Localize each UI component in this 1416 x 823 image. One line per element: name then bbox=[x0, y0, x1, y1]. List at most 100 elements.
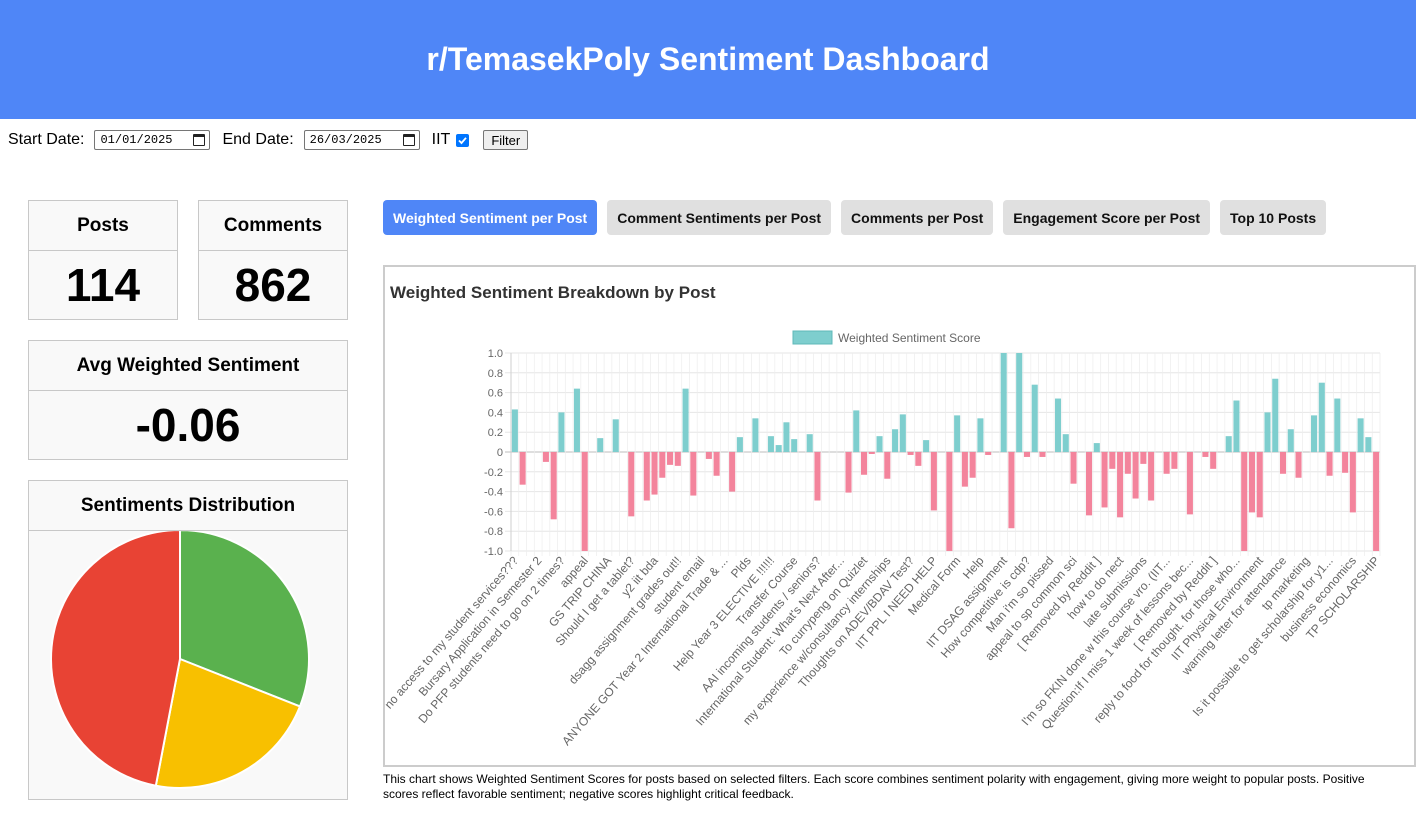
bar[interactable] bbox=[1233, 400, 1240, 452]
bar[interactable] bbox=[783, 422, 790, 452]
bar[interactable] bbox=[1295, 452, 1302, 478]
bar[interactable] bbox=[775, 445, 782, 452]
bar[interactable] bbox=[1241, 452, 1248, 551]
bar[interactable] bbox=[511, 409, 518, 452]
bar[interactable] bbox=[1326, 452, 1333, 476]
filter-button[interactable]: Filter bbox=[483, 130, 529, 150]
iit-checkbox[interactable] bbox=[456, 133, 470, 147]
bar[interactable] bbox=[643, 452, 650, 501]
bar[interactable] bbox=[845, 452, 852, 493]
bar[interactable] bbox=[1008, 452, 1015, 529]
bar[interactable] bbox=[659, 452, 666, 478]
bar[interactable] bbox=[1086, 452, 1093, 516]
bar[interactable] bbox=[1264, 412, 1271, 452]
bar[interactable] bbox=[767, 436, 774, 452]
bar[interactable] bbox=[542, 452, 549, 462]
bar[interactable] bbox=[736, 437, 743, 452]
bar[interactable] bbox=[1109, 452, 1116, 469]
bar[interactable] bbox=[1101, 452, 1108, 508]
bar[interactable] bbox=[628, 452, 635, 517]
bar[interactable] bbox=[1000, 353, 1007, 452]
bar[interactable] bbox=[690, 452, 697, 496]
bar[interactable] bbox=[930, 452, 937, 511]
bar[interactable] bbox=[977, 418, 984, 452]
bar[interactable] bbox=[1140, 452, 1147, 464]
bar[interactable] bbox=[1054, 398, 1062, 452]
bar[interactable] bbox=[1272, 378, 1279, 452]
bar[interactable] bbox=[1039, 452, 1046, 457]
bar[interactable] bbox=[1062, 434, 1069, 452]
start-date-input[interactable]: 01/01/2025 bbox=[94, 130, 211, 150]
bar[interactable] bbox=[1132, 452, 1139, 499]
bar[interactable] bbox=[1023, 452, 1030, 457]
bar[interactable] bbox=[682, 388, 689, 452]
bar[interactable] bbox=[1311, 415, 1318, 452]
bar[interactable] bbox=[612, 419, 619, 452]
bar[interactable] bbox=[713, 452, 720, 476]
bar[interactable] bbox=[899, 414, 906, 452]
bar[interactable] bbox=[868, 452, 875, 454]
bar[interactable] bbox=[1070, 452, 1077, 484]
bar[interactable] bbox=[729, 452, 736, 492]
bar[interactable] bbox=[884, 452, 891, 479]
bar[interactable] bbox=[907, 452, 914, 455]
bar[interactable] bbox=[961, 452, 968, 487]
bar[interactable] bbox=[1093, 443, 1100, 452]
bar[interactable] bbox=[1210, 452, 1217, 469]
bar[interactable] bbox=[667, 452, 674, 465]
bar[interactable] bbox=[1334, 398, 1341, 452]
bar[interactable] bbox=[1117, 452, 1124, 518]
tab-comment-sentiments-per-post[interactable]: Comment Sentiments per Post bbox=[607, 200, 832, 235]
calendar-icon[interactable] bbox=[402, 134, 415, 146]
bar[interactable] bbox=[806, 434, 813, 452]
bar[interactable] bbox=[1357, 418, 1364, 452]
tab-top-10-posts[interactable]: Top 10 Posts bbox=[1220, 200, 1327, 235]
bar[interactable] bbox=[674, 452, 681, 466]
bar[interactable] bbox=[519, 452, 526, 485]
bar[interactable] bbox=[1225, 436, 1232, 452]
bar[interactable] bbox=[1373, 452, 1380, 551]
bar[interactable] bbox=[1248, 452, 1255, 513]
bar[interactable] bbox=[1279, 452, 1287, 474]
bar[interactable] bbox=[1031, 384, 1038, 452]
legend-label[interactable]: Weighted Sentiment Score bbox=[838, 331, 981, 345]
bar[interactable] bbox=[1256, 452, 1263, 518]
bar[interactable] bbox=[597, 438, 604, 452]
bar[interactable] bbox=[946, 452, 953, 551]
bar[interactable] bbox=[1124, 452, 1131, 474]
bar[interactable] bbox=[915, 452, 922, 466]
bar[interactable] bbox=[581, 452, 588, 551]
bar[interactable] bbox=[861, 452, 868, 475]
bar[interactable] bbox=[923, 440, 930, 452]
bar[interactable] bbox=[814, 452, 821, 501]
bar[interactable] bbox=[892, 429, 899, 452]
tab-engagement-score-per-post[interactable]: Engagement Score per Post bbox=[1003, 200, 1211, 235]
bar[interactable] bbox=[954, 415, 961, 452]
calendar-icon[interactable] bbox=[193, 134, 206, 146]
end-date-input[interactable]: 26/03/2025 bbox=[303, 130, 420, 150]
bar[interactable] bbox=[969, 452, 976, 478]
tab-weighted-sentiment-per-post[interactable]: Weighted Sentiment per Post bbox=[383, 200, 598, 235]
bar[interactable] bbox=[1163, 452, 1170, 474]
bar[interactable] bbox=[1365, 437, 1372, 452]
bar[interactable] bbox=[1342, 452, 1349, 473]
bar[interactable] bbox=[651, 452, 658, 495]
bar[interactable] bbox=[1202, 452, 1209, 457]
bar[interactable] bbox=[876, 436, 883, 452]
bar[interactable] bbox=[1186, 452, 1193, 515]
bar[interactable] bbox=[550, 452, 557, 520]
bar[interactable] bbox=[1287, 429, 1294, 452]
bar[interactable] bbox=[1318, 382, 1325, 452]
bar[interactable] bbox=[791, 439, 798, 452]
bar[interactable] bbox=[558, 412, 565, 452]
bar[interactable] bbox=[573, 388, 580, 452]
tab-comments-per-post[interactable]: Comments per Post bbox=[841, 200, 994, 235]
bar[interactable] bbox=[1148, 452, 1155, 501]
bar[interactable] bbox=[752, 418, 759, 452]
bar[interactable] bbox=[1016, 353, 1023, 452]
bar[interactable] bbox=[705, 452, 712, 459]
bar[interactable] bbox=[1171, 452, 1178, 469]
bar[interactable] bbox=[1349, 452, 1356, 513]
bar[interactable] bbox=[853, 410, 860, 452]
bar[interactable] bbox=[985, 452, 992, 455]
